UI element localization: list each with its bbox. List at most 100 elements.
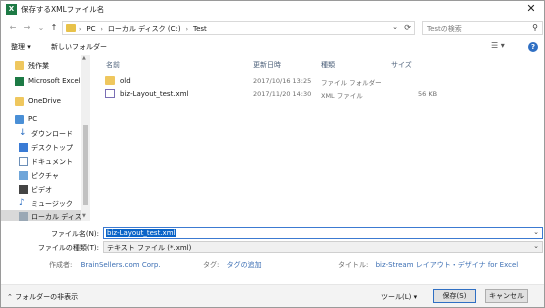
sidebar-item-label: 残作業	[28, 62, 49, 70]
chevron-down-icon[interactable]: ⌄	[533, 242, 539, 250]
sidebar-item-label: デスクトップ	[31, 144, 73, 152]
sidebar-item-music[interactable]: ♪ ミュージック	[1, 197, 81, 210]
video-icon	[19, 185, 28, 194]
document-icon	[19, 157, 28, 166]
column-header-size[interactable]: サイズ	[391, 60, 412, 70]
author-value[interactable]: BrainSellers.com Corp.	[81, 261, 161, 269]
tools-button[interactable]: ツール(L) ▾	[381, 292, 417, 302]
sidebar-scrollbar[interactable]: ▲ ▼	[81, 55, 90, 221]
hide-folders-label: フォルダーの非表示	[15, 293, 79, 301]
breadcrumb-pc[interactable]: PC	[86, 25, 95, 33]
title-value[interactable]: biz-Stream レイアウト・デザイナ for Excel	[376, 261, 519, 269]
sidebar-item-microsoft-excel[interactable]: Microsoft Excel	[1, 75, 81, 88]
help-icon[interactable]: ?	[528, 42, 538, 52]
drive-icon	[19, 212, 28, 221]
title-bar: X 保存するXMLファイル名 ✕	[1, 1, 544, 19]
filename-label: ファイル名(N):	[50, 230, 99, 238]
file-type: ファイル フォルダー	[321, 79, 382, 87]
sidebar-item-label: Microsoft Excel	[28, 77, 81, 85]
back-arrow-icon[interactable]: ←	[7, 22, 19, 34]
file-name: biz-Layout_test.xml	[120, 90, 189, 98]
hide-folders-button[interactable]: ⌃ フォルダーの非表示	[7, 292, 78, 302]
column-header-type[interactable]: 種類	[321, 60, 335, 70]
save-button[interactable]: 保存(S)	[433, 289, 476, 303]
search-placeholder: Testの検索	[427, 25, 462, 33]
sidebar-item-label: PC	[28, 115, 38, 123]
table-row[interactable]: old 2017/10/16 13:25 ファイル フォルダー	[100, 75, 440, 87]
music-icon: ♪	[19, 198, 25, 208]
up-arrow-icon[interactable]: ↑	[48, 22, 60, 34]
sidebar-item-label: ミュージック	[31, 200, 73, 208]
filename-input[interactable]: biz-Layout_test.xml ⌄	[103, 227, 543, 239]
column-header-name[interactable]: 名前	[106, 60, 120, 70]
title-meta: タイトル: biz-Stream レイアウト・デザイナ for Excel	[338, 260, 518, 270]
filetype-label: ファイルの種類(T):	[37, 244, 99, 252]
file-modified: 2017/10/16 13:25	[253, 77, 312, 85]
address-bar[interactable]: › PC › ローカル ディスク (C:) › Test ⌄ ⟳	[62, 21, 415, 35]
filename-value: biz-Layout_test.xml	[106, 229, 177, 237]
sidebar-item-desktop[interactable]: デスクトップ	[1, 141, 81, 154]
xml-file-icon	[105, 89, 115, 98]
breadcrumb: › PC › ローカル ディスク (C:) › Test	[79, 24, 207, 34]
view-options-icon[interactable]: ☰ ▾	[491, 41, 505, 50]
scroll-up-icon[interactable]: ▲	[82, 55, 86, 61]
author-meta: 作成者: BrainSellers.com Corp.	[49, 260, 161, 270]
sidebar-item-documents[interactable]: ドキュメント	[1, 155, 81, 168]
sidebar-item-local-disk[interactable]: ローカル ディスク (C ⌄	[1, 210, 90, 221]
sidebar-item-label: ビデオ	[31, 186, 52, 194]
computer-icon	[15, 115, 24, 124]
refresh-icon[interactable]: ⟳	[404, 23, 411, 32]
chevron-down-icon[interactable]: ⌄	[533, 228, 539, 236]
breadcrumb-separator: ›	[100, 25, 103, 33]
dialog-title: 保存するXMLファイル名	[21, 5, 105, 14]
file-size: 56 KB	[418, 90, 438, 98]
folder-icon	[105, 76, 115, 85]
filetype-select[interactable]: テキスト ファイル (*.xml) ⌄	[103, 241, 543, 253]
sidebar-item-label: OneDrive	[28, 97, 61, 105]
close-icon[interactable]: ✕	[524, 2, 538, 16]
chevron-up-icon: ⌃	[7, 293, 13, 301]
organize-button[interactable]: 整理 ▾	[11, 42, 31, 52]
sidebar-item-pc[interactable]: PC	[1, 113, 81, 126]
address-dropdown-icon[interactable]: ⌄	[392, 23, 398, 31]
excel-icon: X	[6, 4, 17, 15]
sidebar-item-videos[interactable]: ビデオ	[1, 183, 81, 196]
file-list: 名前 更新日時 種類 サイズ old 2017/10/16 13:25 ファイル…	[90, 55, 544, 221]
column-header-modified[interactable]: 更新日時	[253, 60, 281, 70]
sidebar-item-onedrive[interactable]: OneDrive	[1, 95, 81, 108]
excel-icon	[15, 77, 24, 86]
breadcrumb-local-disk[interactable]: ローカル ディスク (C:)	[108, 24, 181, 34]
search-icon[interactable]: ⚲	[532, 23, 538, 32]
filetype-value: テキスト ファイル (*.xml)	[107, 244, 192, 252]
file-type: XML ファイル	[321, 92, 363, 100]
folder-icon	[15, 61, 24, 70]
save-dialog: X 保存するXMLファイル名 ✕ ← → ⌄ ↑ › PC › ローカル ディス…	[0, 0, 545, 308]
breadcrumb-separator: ›	[79, 25, 82, 33]
cancel-button[interactable]: キャンセル	[485, 289, 528, 303]
tags-value[interactable]: タグの追加	[227, 261, 262, 269]
navigation-pane: 残作業 Microsoft Excel OneDrive PC ↓ ダウンロード…	[1, 55, 90, 221]
sidebar-item-downloads[interactable]: ↓ ダウンロード	[1, 127, 81, 140]
search-input[interactable]: Testの検索 ⚲	[422, 21, 543, 35]
scrollbar-thumb[interactable]	[83, 125, 88, 205]
desktop-icon	[19, 143, 28, 152]
navigation-bar: ← → ⌄ ↑ › PC › ローカル ディスク (C:) › Test ⌄ ⟳…	[1, 19, 544, 37]
folder-icon	[15, 97, 24, 106]
recent-locations-icon[interactable]: ⌄	[35, 22, 47, 34]
table-row[interactable]: biz-Layout_test.xml 2017/11/20 14:30 XML…	[100, 88, 440, 100]
forward-arrow-icon[interactable]: →	[21, 22, 33, 34]
pictures-icon	[19, 171, 28, 180]
new-folder-button[interactable]: 新しいフォルダー	[51, 42, 107, 52]
tags-label: タグ:	[203, 261, 220, 269]
file-modified: 2017/11/20 14:30	[253, 90, 312, 98]
download-icon: ↓	[19, 128, 27, 138]
breadcrumb-test[interactable]: Test	[193, 25, 207, 33]
tags-meta: タグ: タグの追加	[203, 260, 262, 270]
toolbar: 整理 ▾ 新しいフォルダー ☰ ▾ ?	[1, 38, 544, 55]
sidebar-item-label: ダウンロード	[31, 130, 73, 138]
title-label: タイトル:	[338, 261, 369, 269]
sidebar-item-pictures[interactable]: ピクチャ	[1, 169, 81, 182]
sidebar-item-residual-work[interactable]: 残作業	[1, 59, 81, 72]
scroll-down-icon[interactable]: ▼	[82, 213, 86, 219]
breadcrumb-separator: ›	[185, 25, 188, 33]
